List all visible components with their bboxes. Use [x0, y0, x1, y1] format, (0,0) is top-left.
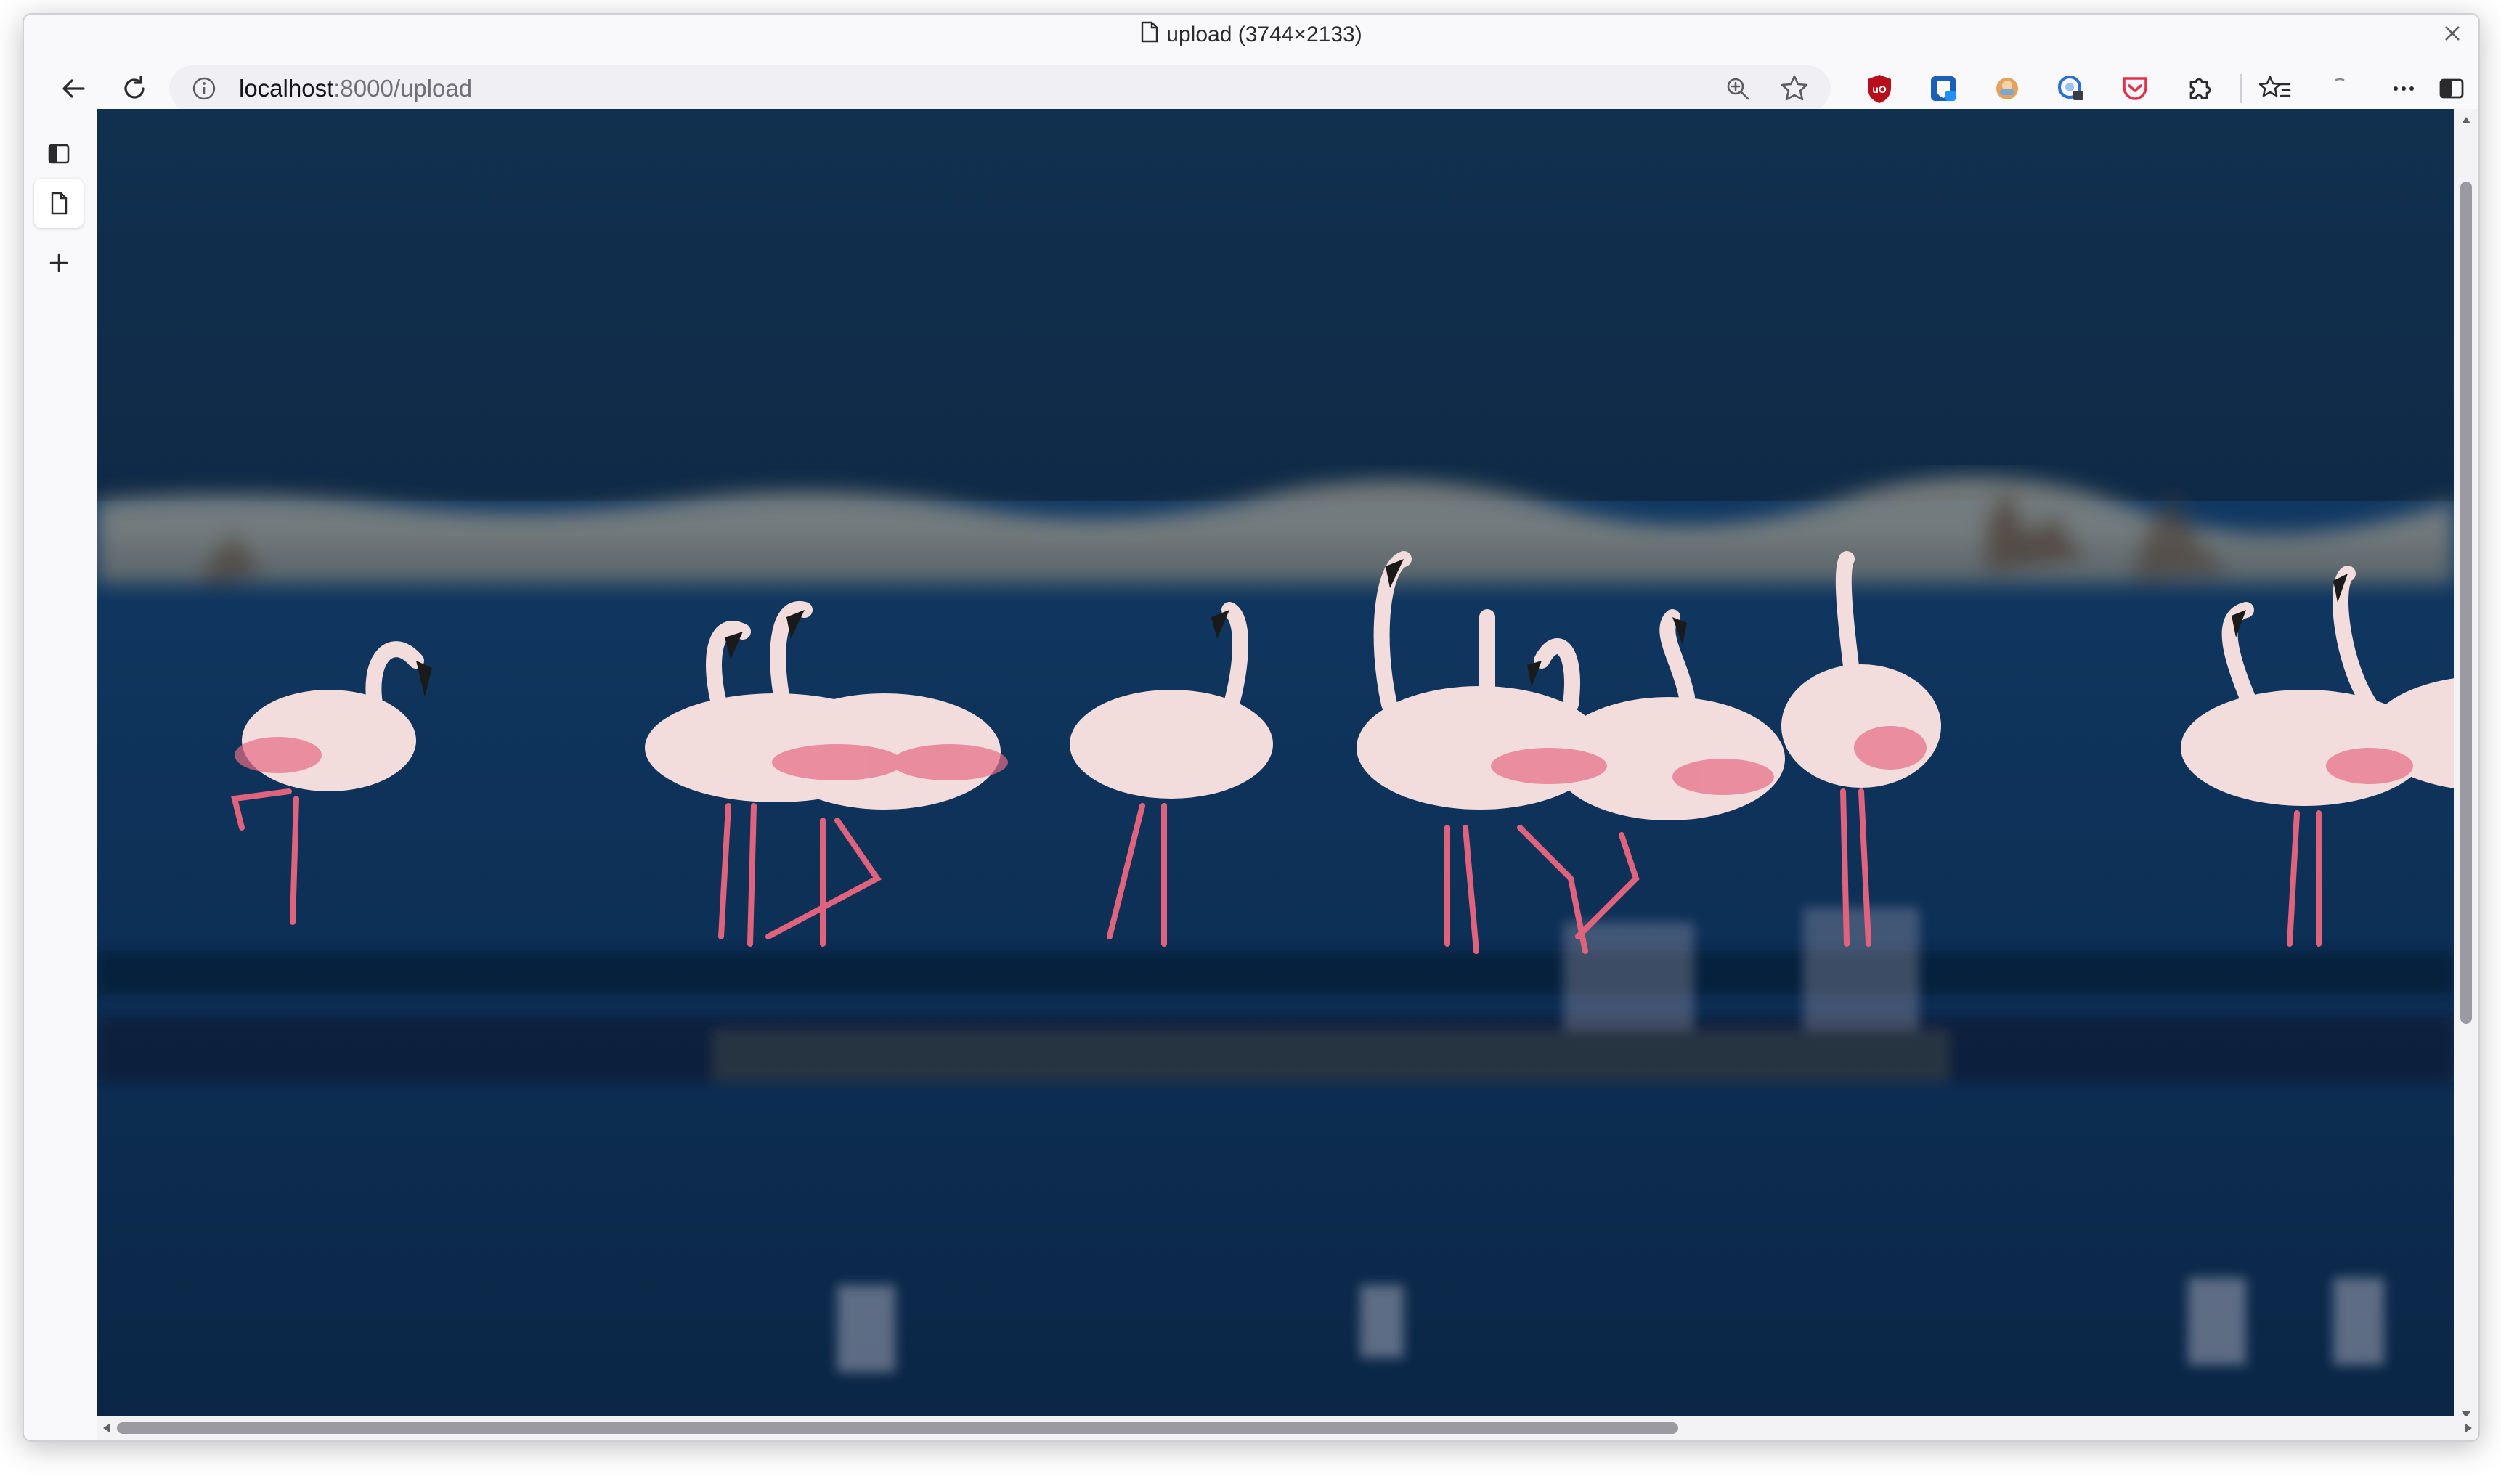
- collapse-sidebar-button[interactable]: [34, 129, 84, 179]
- zoom-icon[interactable]: [1723, 74, 1752, 103]
- site-info-icon[interactable]: [191, 76, 217, 102]
- document-icon: [1140, 21, 1159, 51]
- url-path: :8000/upload: [333, 75, 473, 102]
- vertical-scrollbar[interactable]: [2454, 109, 2478, 1426]
- privacy-extension-icon[interactable]: [2054, 72, 2088, 105]
- svg-text:uO: uO: [1872, 83, 1887, 95]
- vertical-tabs-sidebar: [24, 125, 97, 1440]
- flamingo-photo: [97, 109, 2454, 1426]
- bitwarden-icon[interactable]: [1927, 72, 1960, 105]
- scroll-right-arrow-icon[interactable]: [2461, 1421, 2476, 1435]
- scroll-up-arrow-icon[interactable]: [2459, 113, 2473, 128]
- toolbar-separator: [2240, 74, 2242, 103]
- window-title: upload (3744×2133): [24, 20, 2478, 49]
- title-bar: upload (3744×2133): [24, 15, 2478, 52]
- loading-indicator-icon: [2323, 72, 2356, 105]
- vertical-scroll-thumb[interactable]: [2460, 182, 2472, 1024]
- sidebar-toggle-icon[interactable]: [2435, 72, 2468, 105]
- image-viewer: [97, 109, 2454, 1426]
- url-text[interactable]: localhost:8000/upload: [239, 65, 472, 112]
- tab-upload[interactable]: [34, 179, 84, 228]
- browser-window: upload (3744×2133) localhost:8000/upload: [23, 13, 2480, 1442]
- horizontal-scroll-thumb[interactable]: [117, 1422, 1678, 1434]
- pocket-icon[interactable]: [2118, 72, 2152, 105]
- bookmarks-list-icon[interactable]: [2258, 72, 2293, 105]
- bookmark-star-icon[interactable]: [1778, 73, 1810, 105]
- scroll-left-arrow-icon[interactable]: [99, 1421, 114, 1435]
- back-button[interactable]: [56, 71, 91, 106]
- ublock-origin-icon[interactable]: uO: [1863, 72, 1896, 105]
- new-tab-button[interactable]: [34, 238, 84, 288]
- puzzle-extensions-icon[interactable]: [2182, 72, 2216, 105]
- reload-button[interactable]: [117, 71, 152, 106]
- more-menu-icon[interactable]: [2387, 72, 2420, 105]
- url-host: localhost: [239, 75, 334, 102]
- horizontal-scrollbar[interactable]: [97, 1416, 2478, 1440]
- close-window-icon[interactable]: [2439, 20, 2465, 46]
- avatar-extension-icon[interactable]: [1990, 72, 2024, 105]
- window-title-text: upload (3744×2133): [1166, 23, 1362, 46]
- address-bar[interactable]: localhost:8000/upload: [169, 65, 1831, 112]
